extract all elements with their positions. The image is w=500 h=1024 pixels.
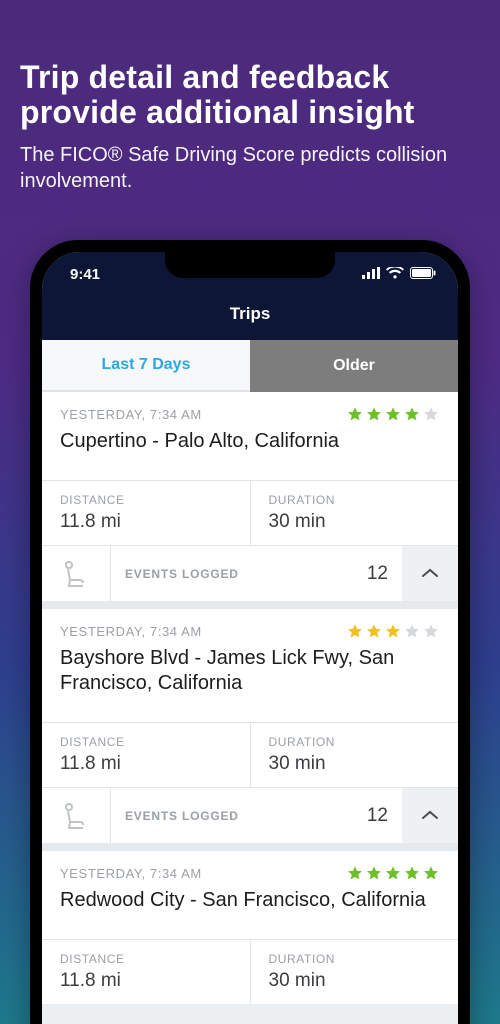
- duration-label: DURATION: [269, 735, 441, 749]
- distance-value: 11.8 mi: [60, 970, 232, 992]
- trip-rating: [346, 406, 440, 423]
- star-icon: [365, 623, 383, 640]
- star-icon: [384, 865, 402, 882]
- wifi-icon: [386, 266, 404, 283]
- distance-label: DISTANCE: [60, 735, 232, 749]
- trip-card[interactable]: YESTERDAY, 7:34 AM Bayshore Blvd - James…: [42, 609, 458, 843]
- star-icon: [346, 623, 364, 640]
- trip-timestamp: YESTERDAY, 7:34 AM: [60, 624, 202, 639]
- duration-label: DURATION: [269, 952, 441, 966]
- star-icon: [346, 865, 364, 882]
- trip-timestamp: YESTERDAY, 7:34 AM: [60, 407, 202, 422]
- star-icon: [403, 406, 421, 423]
- trip-route: Cupertino - Palo Alto, California: [60, 429, 440, 454]
- star-icon: [403, 865, 421, 882]
- phone-frame: 9:41 Trips Last 7 Days Older: [30, 240, 470, 1024]
- star-icon: [365, 406, 383, 423]
- hero-subtitle: The FICO® Safe Driving Score predicts co…: [20, 142, 480, 194]
- page-title: Trips: [42, 296, 458, 340]
- status-time: 9:41: [70, 266, 100, 283]
- expand-toggle[interactable]: [402, 546, 458, 601]
- distance-value: 11.8 mi: [60, 753, 232, 775]
- star-icon: [384, 623, 402, 640]
- seat-icon: [42, 801, 110, 831]
- star-icon: [422, 865, 440, 882]
- distance-value: 11.8 mi: [60, 511, 232, 533]
- events-label: EVENTS LOGGED: [110, 546, 239, 601]
- tab-bar: Last 7 Days Older: [42, 340, 458, 392]
- phone-screen: 9:41 Trips Last 7 Days Older: [42, 252, 458, 1024]
- trip-card[interactable]: YESTERDAY, 7:34 AM Cupertino - Palo Alto…: [42, 392, 458, 601]
- battery-icon: [410, 266, 436, 283]
- trip-route: Redwood City - San Francisco, California: [60, 888, 440, 913]
- app-promo-page: Trip detail and feedback provide additio…: [0, 0, 500, 1024]
- hero-title: Trip detail and feedback provide additio…: [20, 60, 480, 130]
- tab-last-7-days[interactable]: Last 7 Days: [42, 340, 250, 392]
- distance-label: DISTANCE: [60, 952, 232, 966]
- star-icon: [365, 865, 383, 882]
- trip-card[interactable]: YESTERDAY, 7:34 AM Redwood City - San Fr…: [42, 851, 458, 1004]
- duration-value: 30 min: [269, 970, 441, 992]
- expand-toggle[interactable]: [402, 788, 458, 843]
- trip-rating: [346, 623, 440, 640]
- events-count: 12: [239, 805, 402, 827]
- duration-label: DURATION: [269, 493, 441, 507]
- events-label: EVENTS LOGGED: [110, 788, 239, 843]
- tab-older[interactable]: Older: [250, 340, 458, 392]
- phone-notch: [165, 252, 335, 278]
- seat-icon: [42, 559, 110, 589]
- star-icon: [422, 406, 440, 423]
- trip-rating: [346, 865, 440, 882]
- trip-list: YESTERDAY, 7:34 AM Cupertino - Palo Alto…: [42, 392, 458, 1004]
- star-icon: [403, 623, 421, 640]
- duration-value: 30 min: [269, 511, 441, 533]
- events-count: 12: [239, 563, 402, 585]
- trip-timestamp: YESTERDAY, 7:34 AM: [60, 866, 202, 881]
- hero: Trip detail and feedback provide additio…: [0, 0, 500, 218]
- star-icon: [346, 406, 364, 423]
- duration-value: 30 min: [269, 753, 441, 775]
- star-icon: [422, 623, 440, 640]
- chevron-up-icon: [422, 807, 438, 825]
- distance-label: DISTANCE: [60, 493, 232, 507]
- trip-route: Bayshore Blvd - James Lick Fwy, San Fran…: [60, 646, 440, 696]
- star-icon: [384, 406, 402, 423]
- chevron-up-icon: [422, 565, 438, 583]
- cellular-icon: [362, 266, 380, 283]
